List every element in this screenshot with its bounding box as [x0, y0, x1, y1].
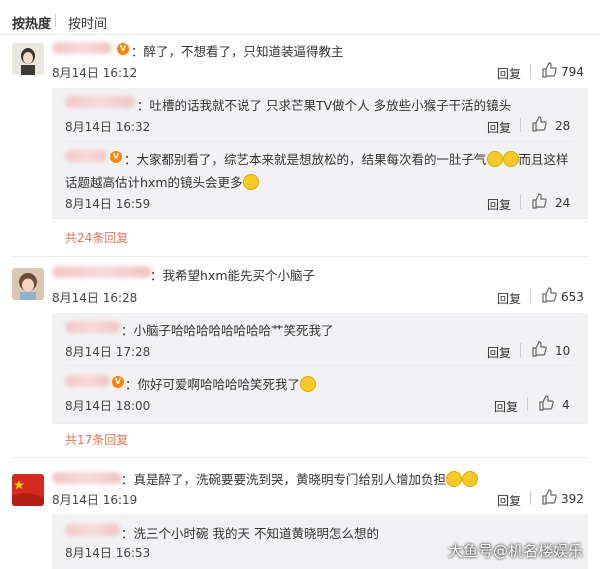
reply-text-line1: ：大家都别看了，综艺本来就是想放松的，结果每次看的一肚子气	[124, 152, 487, 167]
like-thumb-icon[interactable]	[531, 341, 547, 357]
reply-time: 8月14日 17:28	[65, 345, 151, 359]
action-separator	[527, 397, 528, 411]
reply-text: ：大家都别看了，综艺本来就是想放松的，结果每次看的一肚子气 而且这样	[124, 149, 569, 168]
username-blurred[interactable]	[52, 42, 112, 54]
comment-divider	[12, 256, 588, 257]
like-count: 794	[561, 65, 584, 79]
reply-text: ：小脑子哈哈哈哈哈哈哈哈艹笑死我了	[121, 323, 334, 338]
comment-text: ：醉了，不想看了，只知道装逼得教主	[131, 44, 344, 59]
vip-badge-icon: V	[117, 43, 129, 55]
comment-text: ：我希望hxm能先买个小脑子	[150, 268, 315, 283]
confused-emoji-icon	[502, 151, 519, 167]
vip-badge-icon: V	[112, 376, 124, 388]
action-separator	[520, 195, 521, 209]
confused-emoji-icon	[242, 174, 259, 190]
confused-emoji-icon	[486, 151, 503, 167]
sort-separator	[55, 14, 56, 27]
comment-time: 8月14日 16:12	[52, 66, 138, 80]
reply-text-line1-tail: 而且这样	[518, 152, 569, 167]
reply-time: 8月14日 16:59	[65, 197, 151, 211]
like-count: 4	[562, 398, 570, 412]
username-blurred[interactable]	[52, 266, 152, 278]
reply-button[interactable]: 回复	[487, 196, 511, 213]
laughing-emoji-icon	[462, 471, 479, 487]
reply-button[interactable]: 回复	[497, 65, 521, 82]
comment-time: 8月14日 16:28	[52, 291, 138, 305]
reply-text: ：洗三个小时碗 我的天 不知道黄晓明怎么想的	[121, 526, 379, 541]
like-thumb-icon[interactable]	[541, 489, 557, 505]
reply-button[interactable]: 回复	[487, 119, 511, 136]
action-separator	[520, 343, 521, 357]
laughing-emoji-icon	[300, 376, 317, 392]
username-blurred[interactable]	[52, 472, 122, 484]
reply-button[interactable]: 回复	[497, 492, 521, 509]
more-replies-link[interactable]: 共17条回复	[65, 431, 128, 448]
laughing-emoji-icon	[446, 471, 463, 487]
reply-divider	[65, 365, 575, 366]
avatar[interactable]	[12, 43, 44, 75]
reply-username-blurred[interactable]	[65, 524, 120, 536]
like-count: 28	[555, 119, 571, 133]
avatar[interactable]	[12, 474, 44, 506]
avatar-image	[12, 474, 44, 506]
reply-time: 8月14日 18:00	[65, 399, 151, 413]
comment-text: ：真是醉了，洗碗要要洗到哭，黄晓明专门给别人增加负担	[121, 469, 479, 488]
vip-badge-icon: V	[110, 151, 122, 163]
reply-button[interactable]: 回复	[497, 290, 521, 307]
reply-text-content: ：你好可爱啊哈哈哈哈笑死我了	[125, 377, 301, 392]
like-count: 392	[561, 492, 584, 506]
reply-text-line2-content: 话题越高估计hxm的镜头会更多	[65, 175, 243, 190]
reply-username-blurred[interactable]	[65, 321, 120, 333]
reply-button[interactable]: 回复	[494, 398, 518, 415]
reply-text: ：你好可爱啊哈哈哈哈笑死我了	[125, 374, 317, 393]
watermark: 大鱼号@机名楼娱乐	[448, 542, 584, 560]
more-replies-link[interactable]: 共24条回复	[65, 229, 128, 246]
reply-button[interactable]: 回复	[487, 344, 511, 361]
reply-divider	[65, 141, 575, 142]
comment-divider	[12, 457, 588, 458]
like-thumb-icon[interactable]	[531, 193, 547, 209]
thread-divider	[52, 218, 588, 219]
like-thumb-icon[interactable]	[541, 62, 557, 78]
comment-time: 8月14日 16:19	[52, 493, 138, 507]
like-count: 653	[561, 290, 584, 304]
avatar-image	[12, 43, 44, 75]
avatar[interactable]	[12, 268, 44, 300]
action-separator	[520, 118, 521, 132]
comment-text-content: ：真是醉了，洗碗要要洗到哭，黄晓明专门给别人增加负担	[121, 472, 447, 487]
reply-username-blurred[interactable]	[65, 150, 107, 162]
reply-username-blurred[interactable]	[65, 96, 135, 108]
action-separator	[530, 289, 531, 303]
reply-text: ：吐槽的话我就不说了 只求芒果TV做个人 多放些小猴子干活的镜头	[137, 98, 512, 113]
reply-username-blurred[interactable]	[65, 375, 110, 387]
header-divider	[0, 34, 600, 35]
avatar-image	[12, 268, 44, 300]
like-thumb-icon[interactable]	[541, 287, 557, 303]
reply-text-line2: 话题越高估计hxm的镜头会更多	[65, 172, 259, 191]
action-separator	[530, 491, 531, 505]
like-thumb-icon[interactable]	[538, 395, 554, 411]
sort-by-hot-tab[interactable]: 按热度	[12, 13, 51, 32]
reply-time: 8月14日 16:53	[65, 546, 151, 560]
sort-by-time-tab[interactable]: 按时间	[68, 13, 107, 32]
like-count: 24	[555, 196, 571, 210]
like-count: 10	[555, 344, 571, 358]
thread-divider	[52, 423, 588, 424]
like-thumb-icon[interactable]	[531, 116, 547, 132]
reply-time: 8月14日 16:32	[65, 120, 151, 134]
action-separator	[530, 64, 531, 78]
